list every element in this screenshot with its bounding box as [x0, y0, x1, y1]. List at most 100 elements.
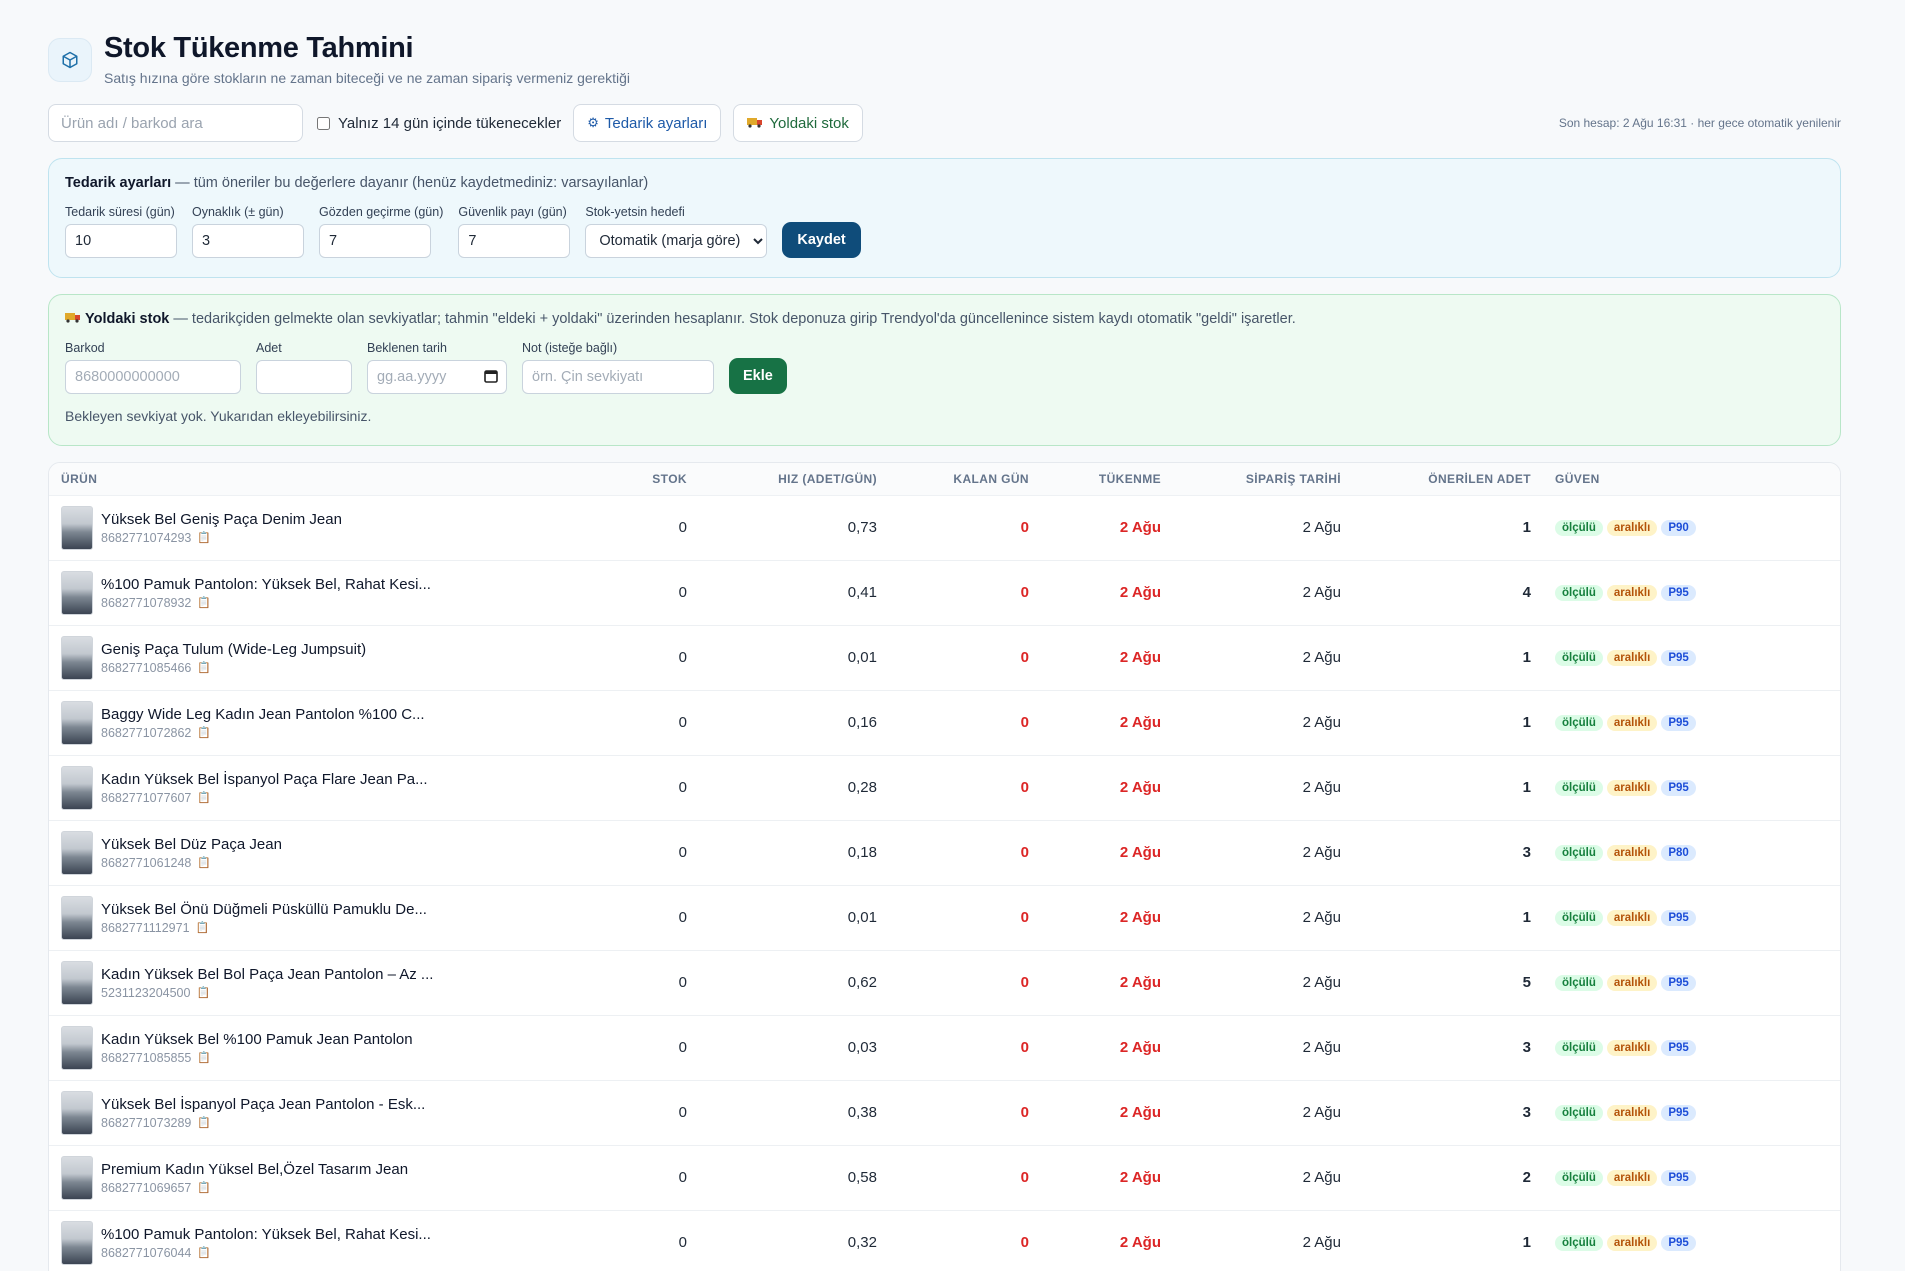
product-name[interactable]: Kadın Yüksek Bel %100 Pamuk Jean Pantolo… [101, 1031, 413, 1048]
table-row[interactable]: Yüksek Bel Önü Düğmeli Püsküllü Pamuklu … [49, 885, 1840, 951]
clipboard-icon[interactable]: 📋 [197, 1051, 211, 1064]
clipboard-icon[interactable]: 📋 [197, 791, 211, 804]
filter-checkbox[interactable] [317, 116, 330, 130]
variance-input[interactable] [192, 224, 304, 258]
target-field: Stok-yetsin hedefi Otomatik (marja göre) [585, 205, 768, 258]
lead-time-input[interactable] [65, 224, 177, 258]
product-name[interactable]: Kadın Yüksek Bel İspanyol Paça Flare Jea… [101, 771, 428, 788]
product-thumbnail[interactable] [61, 700, 93, 745]
table-row[interactable]: Kadın Yüksek Bel Bol Paça Jean Pantolon … [49, 950, 1840, 1016]
product-thumbnail[interactable] [61, 1155, 93, 1200]
truck-icon [747, 116, 763, 131]
col-days-left[interactable]: KALAN GÜN [889, 463, 1041, 496]
product-thumbnail[interactable] [61, 895, 93, 940]
product-barcode: 8682771076044 [101, 1245, 192, 1260]
review-input[interactable] [319, 224, 431, 258]
target-select[interactable]: Otomatik (marja göre) [585, 224, 768, 258]
stock-cell: 0 [609, 1080, 699, 1146]
add-shipment-button[interactable]: Ekle [729, 358, 787, 394]
product-name[interactable]: %100 Pamuk Pantolon: Yüksek Bel, Rahat K… [101, 576, 431, 593]
product-name[interactable]: %100 Pamuk Pantolon: Yüksek Bel, Rahat K… [101, 1226, 431, 1243]
table-row[interactable]: Baggy Wide Leg Kadın Jean Pantolon %100 … [49, 690, 1840, 756]
product-name[interactable]: Yüksek Bel İspanyol Paça Jean Pantolon -… [101, 1096, 425, 1113]
clipboard-icon[interactable]: 📋 [197, 726, 211, 739]
product-name[interactable]: Yüksek Bel Önü Düğmeli Püsküllü Pamuklu … [101, 901, 427, 918]
page-header: Stok Tükenme Tahmini Satış hızına göre s… [48, 30, 630, 86]
clipboard-icon[interactable]: 📋 [197, 1181, 211, 1194]
table-row[interactable]: Yüksek Bel Düz Paça Jean 8682771061248 📋 0 0… [49, 820, 1840, 886]
clipboard-icon[interactable]: 📋 [197, 531, 211, 544]
transit-panel-title: Yoldaki stok [85, 311, 170, 327]
product-thumbnail[interactable] [61, 1025, 93, 1070]
note-label: Not (isteğe bağlı) [522, 341, 618, 355]
product-name[interactable]: Baggy Wide Leg Kadın Jean Pantolon %100 … [101, 706, 425, 723]
days-left-cell: 0 [889, 755, 1041, 821]
speed-cell: 0,16 [699, 690, 889, 756]
transit-stock-button[interactable]: Yoldaki stok [733, 104, 863, 142]
clipboard-icon[interactable]: 📋 [197, 661, 211, 674]
badge-percentile: P95 [1661, 779, 1696, 796]
barcode-input[interactable] [65, 360, 241, 394]
order-date-cell: 2 Ağu [1173, 1145, 1353, 1211]
col-order-date[interactable]: SİPARİŞ TARİHİ [1173, 463, 1353, 496]
badge-intermittent: aralıklı [1606, 909, 1658, 926]
product-cell: Baggy Wide Leg Kadın Jean Pantolon %100 … [49, 690, 609, 756]
supply-settings-button[interactable]: ⚙ Tedarik ayarları [573, 104, 722, 142]
product-thumbnail[interactable] [61, 1090, 93, 1135]
col-confidence[interactable]: GÜVEN [1543, 463, 1840, 496]
table-row[interactable]: Premium Kadın Yüksel Bel,Özel Tasarım Je… [49, 1145, 1840, 1211]
search-input[interactable] [48, 104, 303, 142]
speed-cell: 0,73 [699, 495, 889, 561]
badge-measured: ölçülü [1555, 649, 1603, 666]
product-thumbnail[interactable] [61, 960, 93, 1005]
qty-input[interactable] [256, 360, 352, 394]
clipboard-icon[interactable]: 📋 [196, 986, 210, 999]
badge-percentile: P95 [1661, 1169, 1696, 1186]
clipboard-icon[interactable]: 📋 [197, 1246, 211, 1259]
product-thumbnail[interactable] [61, 1220, 93, 1265]
product-name[interactable]: Yüksek Bel Düz Paça Jean [101, 836, 282, 853]
table-row[interactable]: %100 Pamuk Pantolon: Yüksek Bel, Rahat K… [49, 1210, 1840, 1271]
confidence-cell: ölçülü aralıklı P95 [1543, 560, 1840, 626]
product-thumbnail[interactable] [61, 635, 93, 680]
table-row[interactable]: Yüksek Bel Geniş Paça Denim Jean 86827710… [49, 495, 1840, 561]
clipboard-icon[interactable]: 📋 [197, 1116, 211, 1129]
col-depletion[interactable]: TÜKENME [1041, 463, 1173, 496]
col-speed[interactable]: HIZ (ADET/GÜN) [699, 463, 889, 496]
filter-label: Yalnız 14 gün içinde tükenecekler [338, 114, 562, 132]
days-left-cell: 0 [889, 885, 1041, 951]
col-stock[interactable]: STOK [609, 463, 699, 496]
col-product[interactable]: ÜRÜN [49, 463, 609, 496]
safety-input[interactable] [458, 224, 571, 258]
col-suggested-qty[interactable]: ÖNERİLEN ADET [1353, 463, 1543, 496]
table-row[interactable]: Geniş Paça Tulum (Wide-Leg Jumpsuit) 8682… [49, 625, 1840, 691]
speed-cell: 0,03 [699, 1015, 889, 1081]
table-row[interactable]: Yüksek Bel İspanyol Paça Jean Pantolon -… [49, 1080, 1840, 1146]
product-name[interactable]: Yüksek Bel Geniş Paça Denim Jean [101, 511, 342, 528]
table-body: Yüksek Bel Geniş Paça Denim Jean 86827710… [49, 495, 1840, 1271]
calendar-icon[interactable] [484, 369, 498, 386]
clipboard-icon[interactable]: 📋 [196, 921, 210, 934]
product-barcode: 8682771085855 [101, 1050, 192, 1065]
clipboard-icon[interactable]: 📋 [197, 596, 211, 609]
target-label: Stok-yetsin hedefi [585, 205, 685, 219]
table-row[interactable]: Kadın Yüksek Bel %100 Pamuk Jean Pantolo… [49, 1015, 1840, 1081]
note-input[interactable] [522, 360, 714, 394]
product-name[interactable]: Geniş Paça Tulum (Wide-Leg Jumpsuit) [101, 641, 366, 658]
clipboard-icon[interactable]: 📋 [197, 856, 211, 869]
filter-14-days[interactable]: Yalnız 14 gün içinde tükenecekler [317, 115, 561, 132]
product-thumbnail[interactable] [61, 505, 93, 550]
product-barcode: 8682771078932 [101, 595, 192, 610]
product-thumbnail[interactable] [61, 765, 93, 810]
product-thumbnail[interactable] [61, 830, 93, 875]
supply-settings-label: Tedarik ayarları [604, 114, 708, 132]
badge-measured: ölçülü [1555, 974, 1603, 991]
table-row[interactable]: %100 Pamuk Pantolon: Yüksek Bel, Rahat K… [49, 560, 1840, 626]
table-row[interactable]: Kadın Yüksek Bel İspanyol Paça Flare Jea… [49, 755, 1840, 821]
product-name[interactable]: Premium Kadın Yüksel Bel,Özel Tasarım Je… [101, 1161, 408, 1178]
save-button[interactable]: Kaydet [782, 222, 861, 258]
product-thumbnail[interactable] [61, 570, 93, 615]
product-cell: %100 Pamuk Pantolon: Yüksek Bel, Rahat K… [49, 1210, 609, 1271]
depletion-cell: 2 Ağu [1041, 690, 1173, 756]
product-name[interactable]: Kadın Yüksek Bel Bol Paça Jean Pantolon … [101, 966, 433, 983]
